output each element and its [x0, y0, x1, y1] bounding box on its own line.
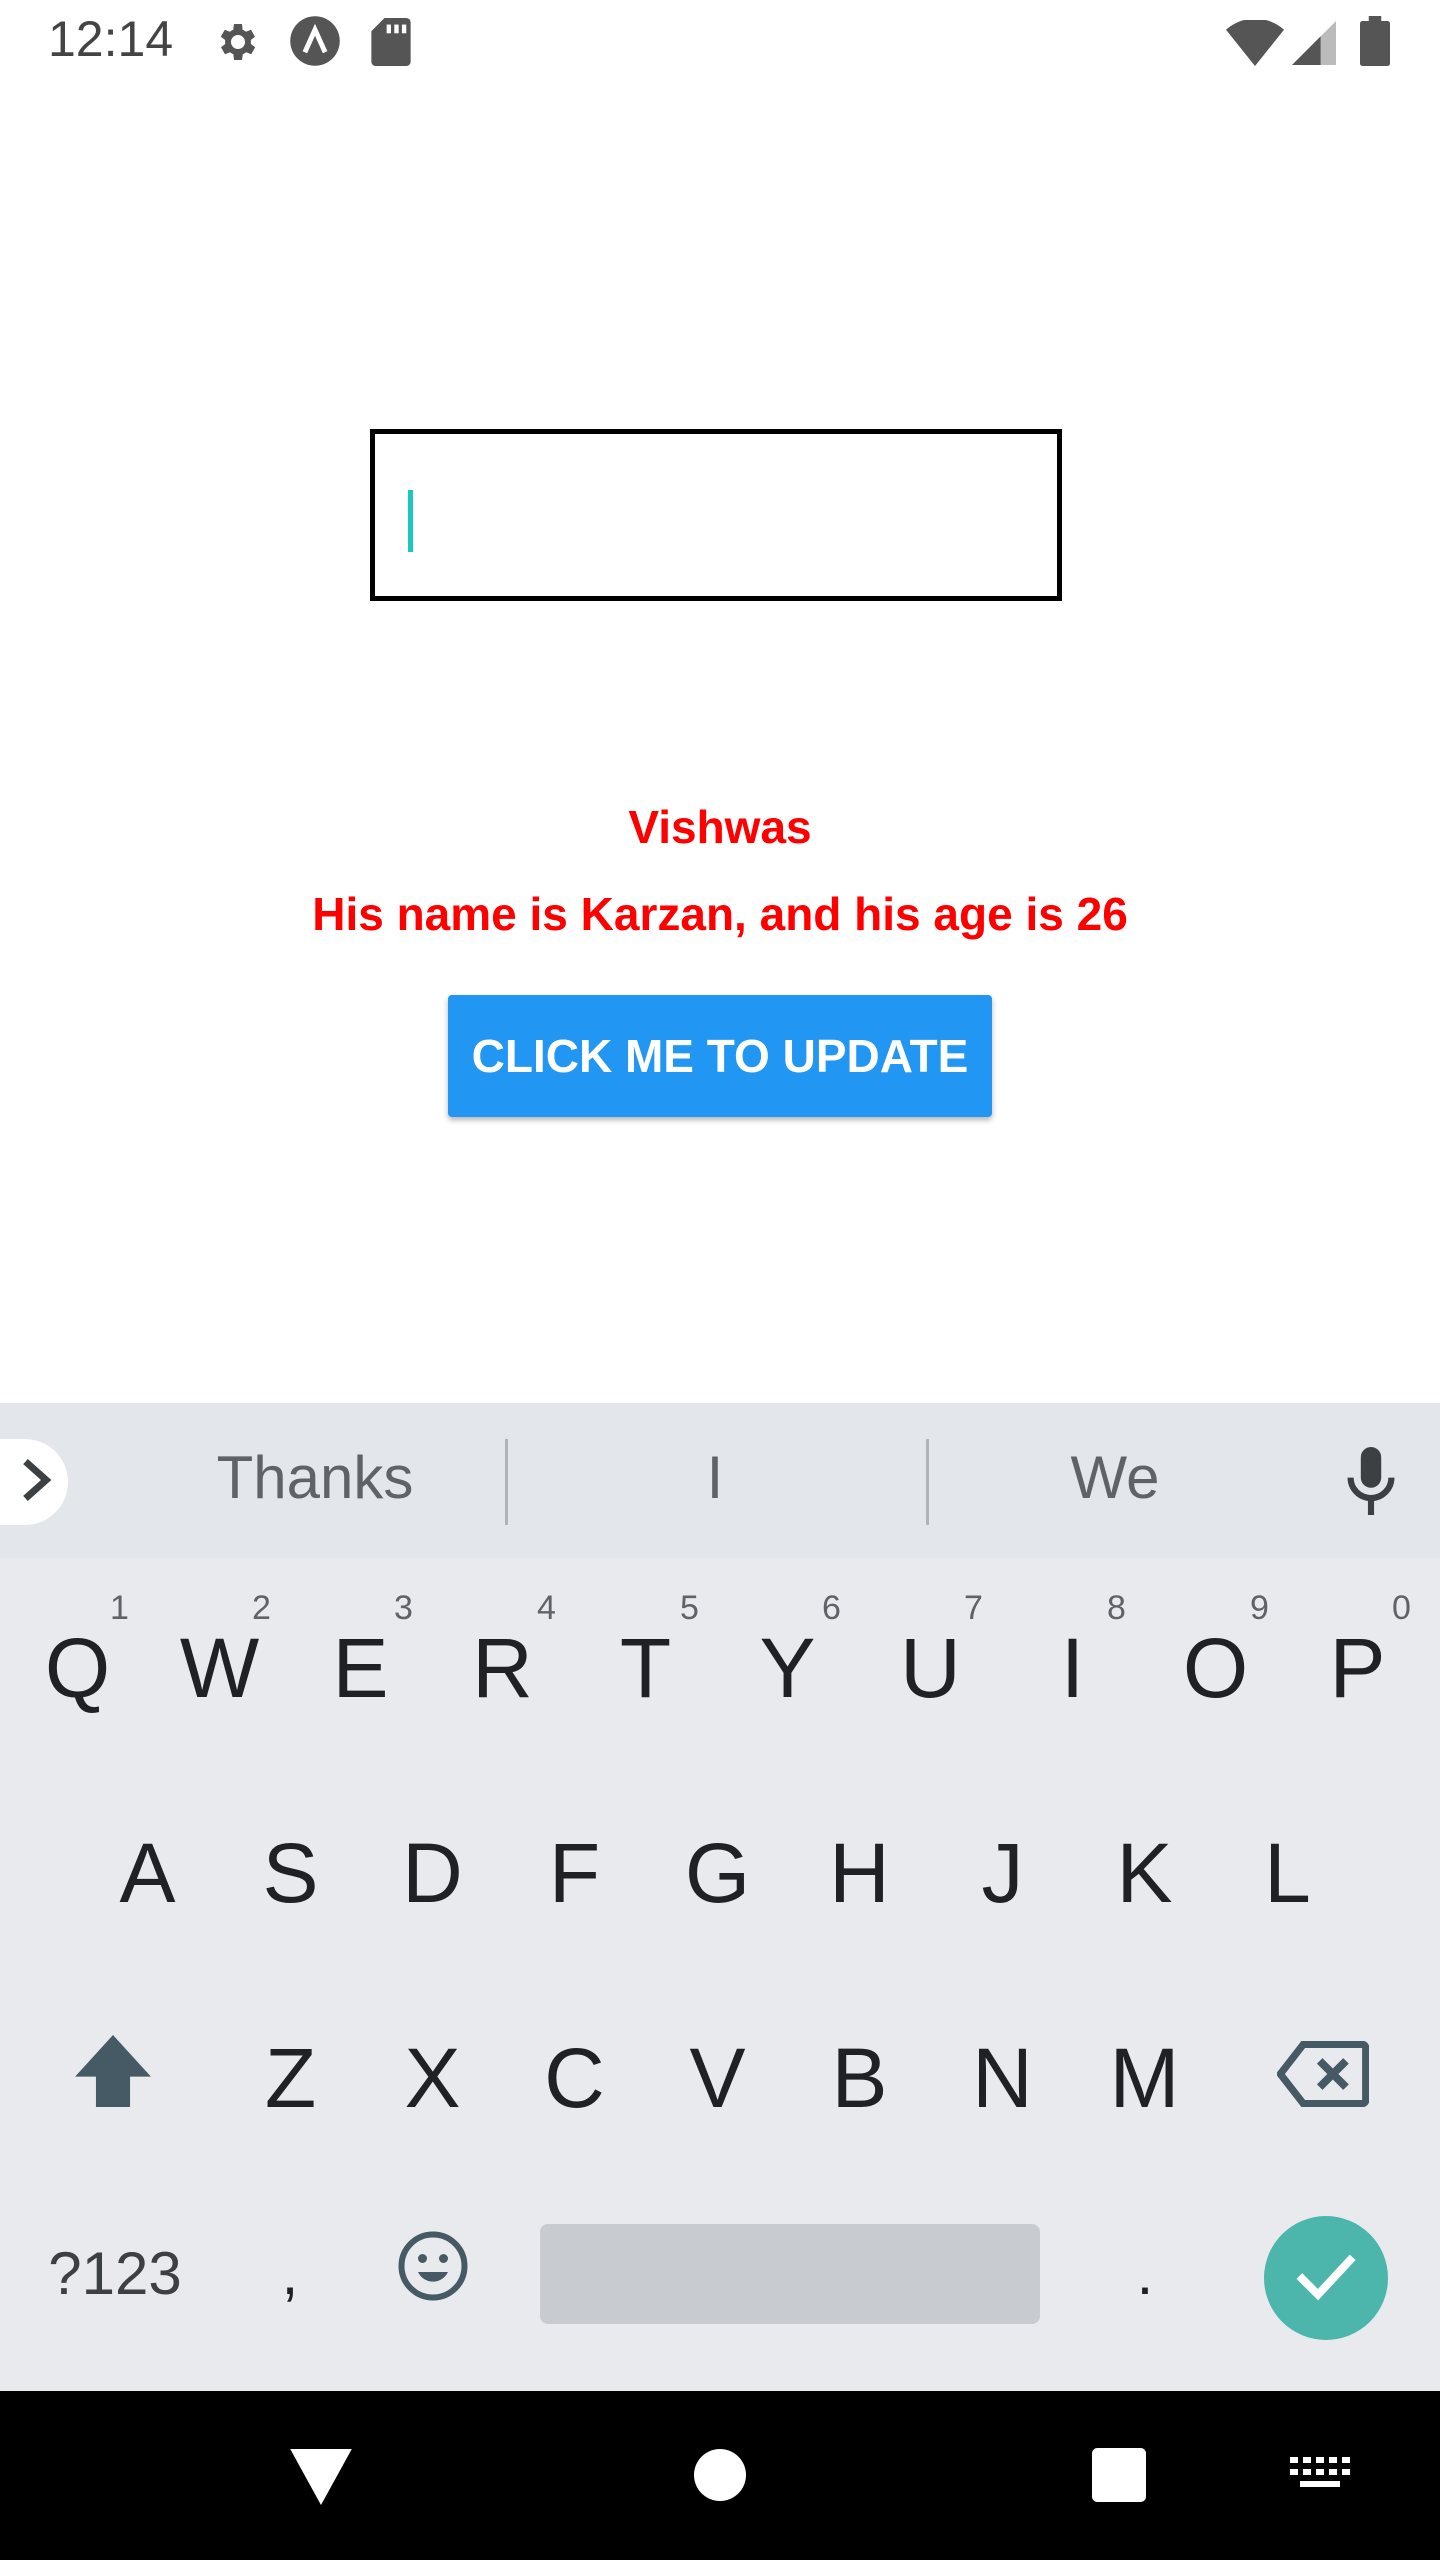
key-hint: 7 — [964, 1589, 983, 1627]
key-g[interactable]: G — [660, 1798, 775, 1948]
key-a[interactable]: A — [90, 1798, 205, 1948]
key-hint: 5 — [680, 1589, 699, 1627]
suggestion-bar: Thanks I We — [0, 1403, 1440, 1558]
emoji-icon — [397, 2225, 469, 2322]
cellular-signal-icon — [1292, 20, 1336, 71]
navigation-bar — [0, 2391, 1440, 2560]
expand-toolbar-button[interactable] — [0, 1439, 68, 1525]
sd-card-icon — [370, 18, 412, 71]
key-hint: 6 — [822, 1589, 841, 1627]
key-j[interactable]: J — [945, 1798, 1060, 1948]
key-hint: 9 — [1250, 1589, 1269, 1627]
key-m[interactable]: M — [1087, 2003, 1202, 2153]
text-cursor — [408, 490, 413, 552]
chevron-right-icon — [20, 1457, 54, 1508]
emoji-key[interactable] — [375, 2203, 490, 2343]
suggestion-1[interactable]: Thanks — [120, 1443, 510, 1512]
key-f[interactable]: F — [517, 1798, 632, 1948]
keyboard-switch-icon[interactable] — [1290, 2457, 1350, 2498]
key-s[interactable]: S — [233, 1798, 348, 1948]
name-label: Vishwas — [628, 801, 812, 853]
recents-icon[interactable] — [1092, 2448, 1146, 2507]
home-icon[interactable] — [694, 2449, 746, 2506]
key-hint: 3 — [394, 1589, 413, 1627]
text-input[interactable] — [370, 429, 1062, 601]
key-hint: 0 — [1392, 1589, 1411, 1627]
battery-icon — [1360, 16, 1390, 71]
key-hint: 8 — [1107, 1589, 1126, 1627]
key-k[interactable]: K — [1087, 1798, 1202, 1948]
settings-icon — [212, 18, 260, 71]
space-key[interactable] — [540, 2224, 1040, 2324]
key-l[interactable]: L — [1230, 1798, 1345, 1948]
shift-key[interactable] — [55, 2003, 170, 2153]
soft-keyboard: Thanks I We Q W E R T Y U I O P 1 2 3 4 … — [0, 1403, 1440, 2391]
key-hint: 4 — [537, 1589, 556, 1627]
suggestion-3[interactable]: We — [940, 1443, 1290, 1512]
checkmark-icon — [1294, 2251, 1358, 2306]
suggestion-2[interactable]: I — [520, 1443, 910, 1512]
key-x[interactable]: X — [375, 2003, 490, 2153]
key-z[interactable]: Z — [233, 2003, 348, 2153]
app-notification-icon — [288, 14, 342, 73]
enter-key[interactable] — [1264, 2216, 1388, 2340]
microphone-icon[interactable] — [1346, 1447, 1396, 1520]
key-hint: 1 — [110, 1589, 129, 1627]
suggestion-divider — [505, 1439, 508, 1525]
back-icon[interactable] — [290, 2449, 352, 2510]
status-bar: 12:14 — [0, 0, 1440, 84]
key-v[interactable]: V — [660, 2003, 775, 2153]
comma-key[interactable]: , — [235, 2203, 345, 2343]
update-button[interactable]: CLICK ME TO UPDATE — [448, 995, 992, 1117]
symbols-key[interactable]: ?123 — [20, 2203, 210, 2343]
shift-icon — [74, 2030, 151, 2127]
key-c[interactable]: C — [517, 2003, 632, 2153]
status-time: 12:14 — [48, 11, 174, 67]
sentence-label: His name is Karzan, and his age is 26 — [312, 888, 1128, 940]
wifi-icon — [1226, 18, 1284, 71]
key-n[interactable]: N — [945, 2003, 1060, 2153]
key-h[interactable]: H — [802, 1798, 917, 1948]
key-d[interactable]: D — [375, 1798, 490, 1948]
key-hint: 2 — [252, 1589, 271, 1627]
backspace-key[interactable] — [1265, 2003, 1380, 2153]
key-b[interactable]: B — [802, 2003, 917, 2153]
suggestion-divider — [926, 1439, 929, 1525]
backspace-icon — [1275, 2030, 1369, 2127]
period-key[interactable]: . — [1090, 2203, 1200, 2343]
